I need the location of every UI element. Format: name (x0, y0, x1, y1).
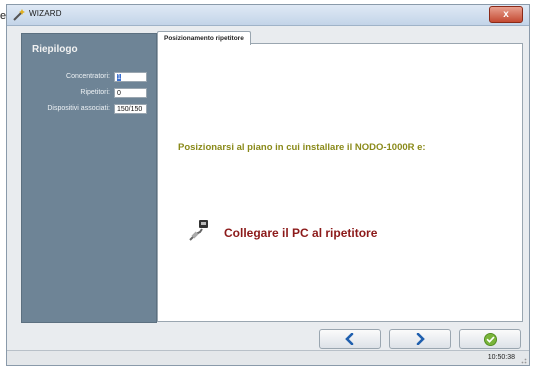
ethernet-plug-icon (189, 220, 208, 241)
summary-value: 150/150 (117, 106, 143, 113)
close-button[interactable]: x (489, 6, 523, 23)
status-bar: 10:50:38 (7, 350, 529, 365)
instruction-text: Posizionarsi al piano in cui installare … (178, 142, 426, 153)
summary-value: 0 (117, 90, 121, 97)
tab-posizionamento[interactable]: Posizionamento ripetitore (157, 31, 251, 45)
finish-button[interactable] (459, 329, 521, 349)
wizard-wand-icon (13, 9, 25, 21)
wizard-content: Posizionamento ripetitore Posizionarsi a… (157, 31, 523, 322)
back-button[interactable] (319, 329, 381, 349)
chevron-left-icon (345, 333, 354, 345)
check-circle-icon (483, 332, 497, 346)
summary-row-concentratori: Concentratori: 1 (22, 72, 156, 84)
summary-row-ripetitori: Ripetitori: 0 (22, 88, 156, 100)
concentratori-field[interactable]: 1 (114, 72, 147, 82)
summary-label: Ripetitori: (80, 89, 110, 96)
sidebar-title: Riepilogo (32, 44, 78, 55)
resize-grip-icon[interactable] (518, 355, 527, 364)
summary-value: 1 (117, 74, 121, 81)
status-clock: 10:50:38 (487, 354, 515, 361)
step-instruction: Collegare il PC al ripetitore (224, 226, 378, 240)
window-title: WIZARD (29, 9, 62, 18)
summary-row-dispositivi: Dispositivi associati: 150/150 (22, 104, 156, 116)
title-bar[interactable]: WIZARD x (7, 5, 529, 26)
tab-panel: Posizionarsi al piano in cui installare … (157, 43, 523, 322)
wizard-window: WIZARD x Riepilogo Concentratori: 1 Ripe… (6, 4, 530, 366)
next-button[interactable] (389, 329, 451, 349)
close-icon: x (503, 9, 509, 20)
summary-label: Concentratori: (66, 73, 110, 80)
summary-label: Dispositivi associati: (47, 105, 110, 112)
dispositivi-field[interactable]: 150/150 (114, 104, 147, 114)
chevron-right-icon (416, 333, 425, 345)
ripetitori-field[interactable]: 0 (114, 88, 147, 98)
summary-sidebar: Riepilogo Concentratori: 1 Ripetitori: 0… (21, 33, 157, 323)
